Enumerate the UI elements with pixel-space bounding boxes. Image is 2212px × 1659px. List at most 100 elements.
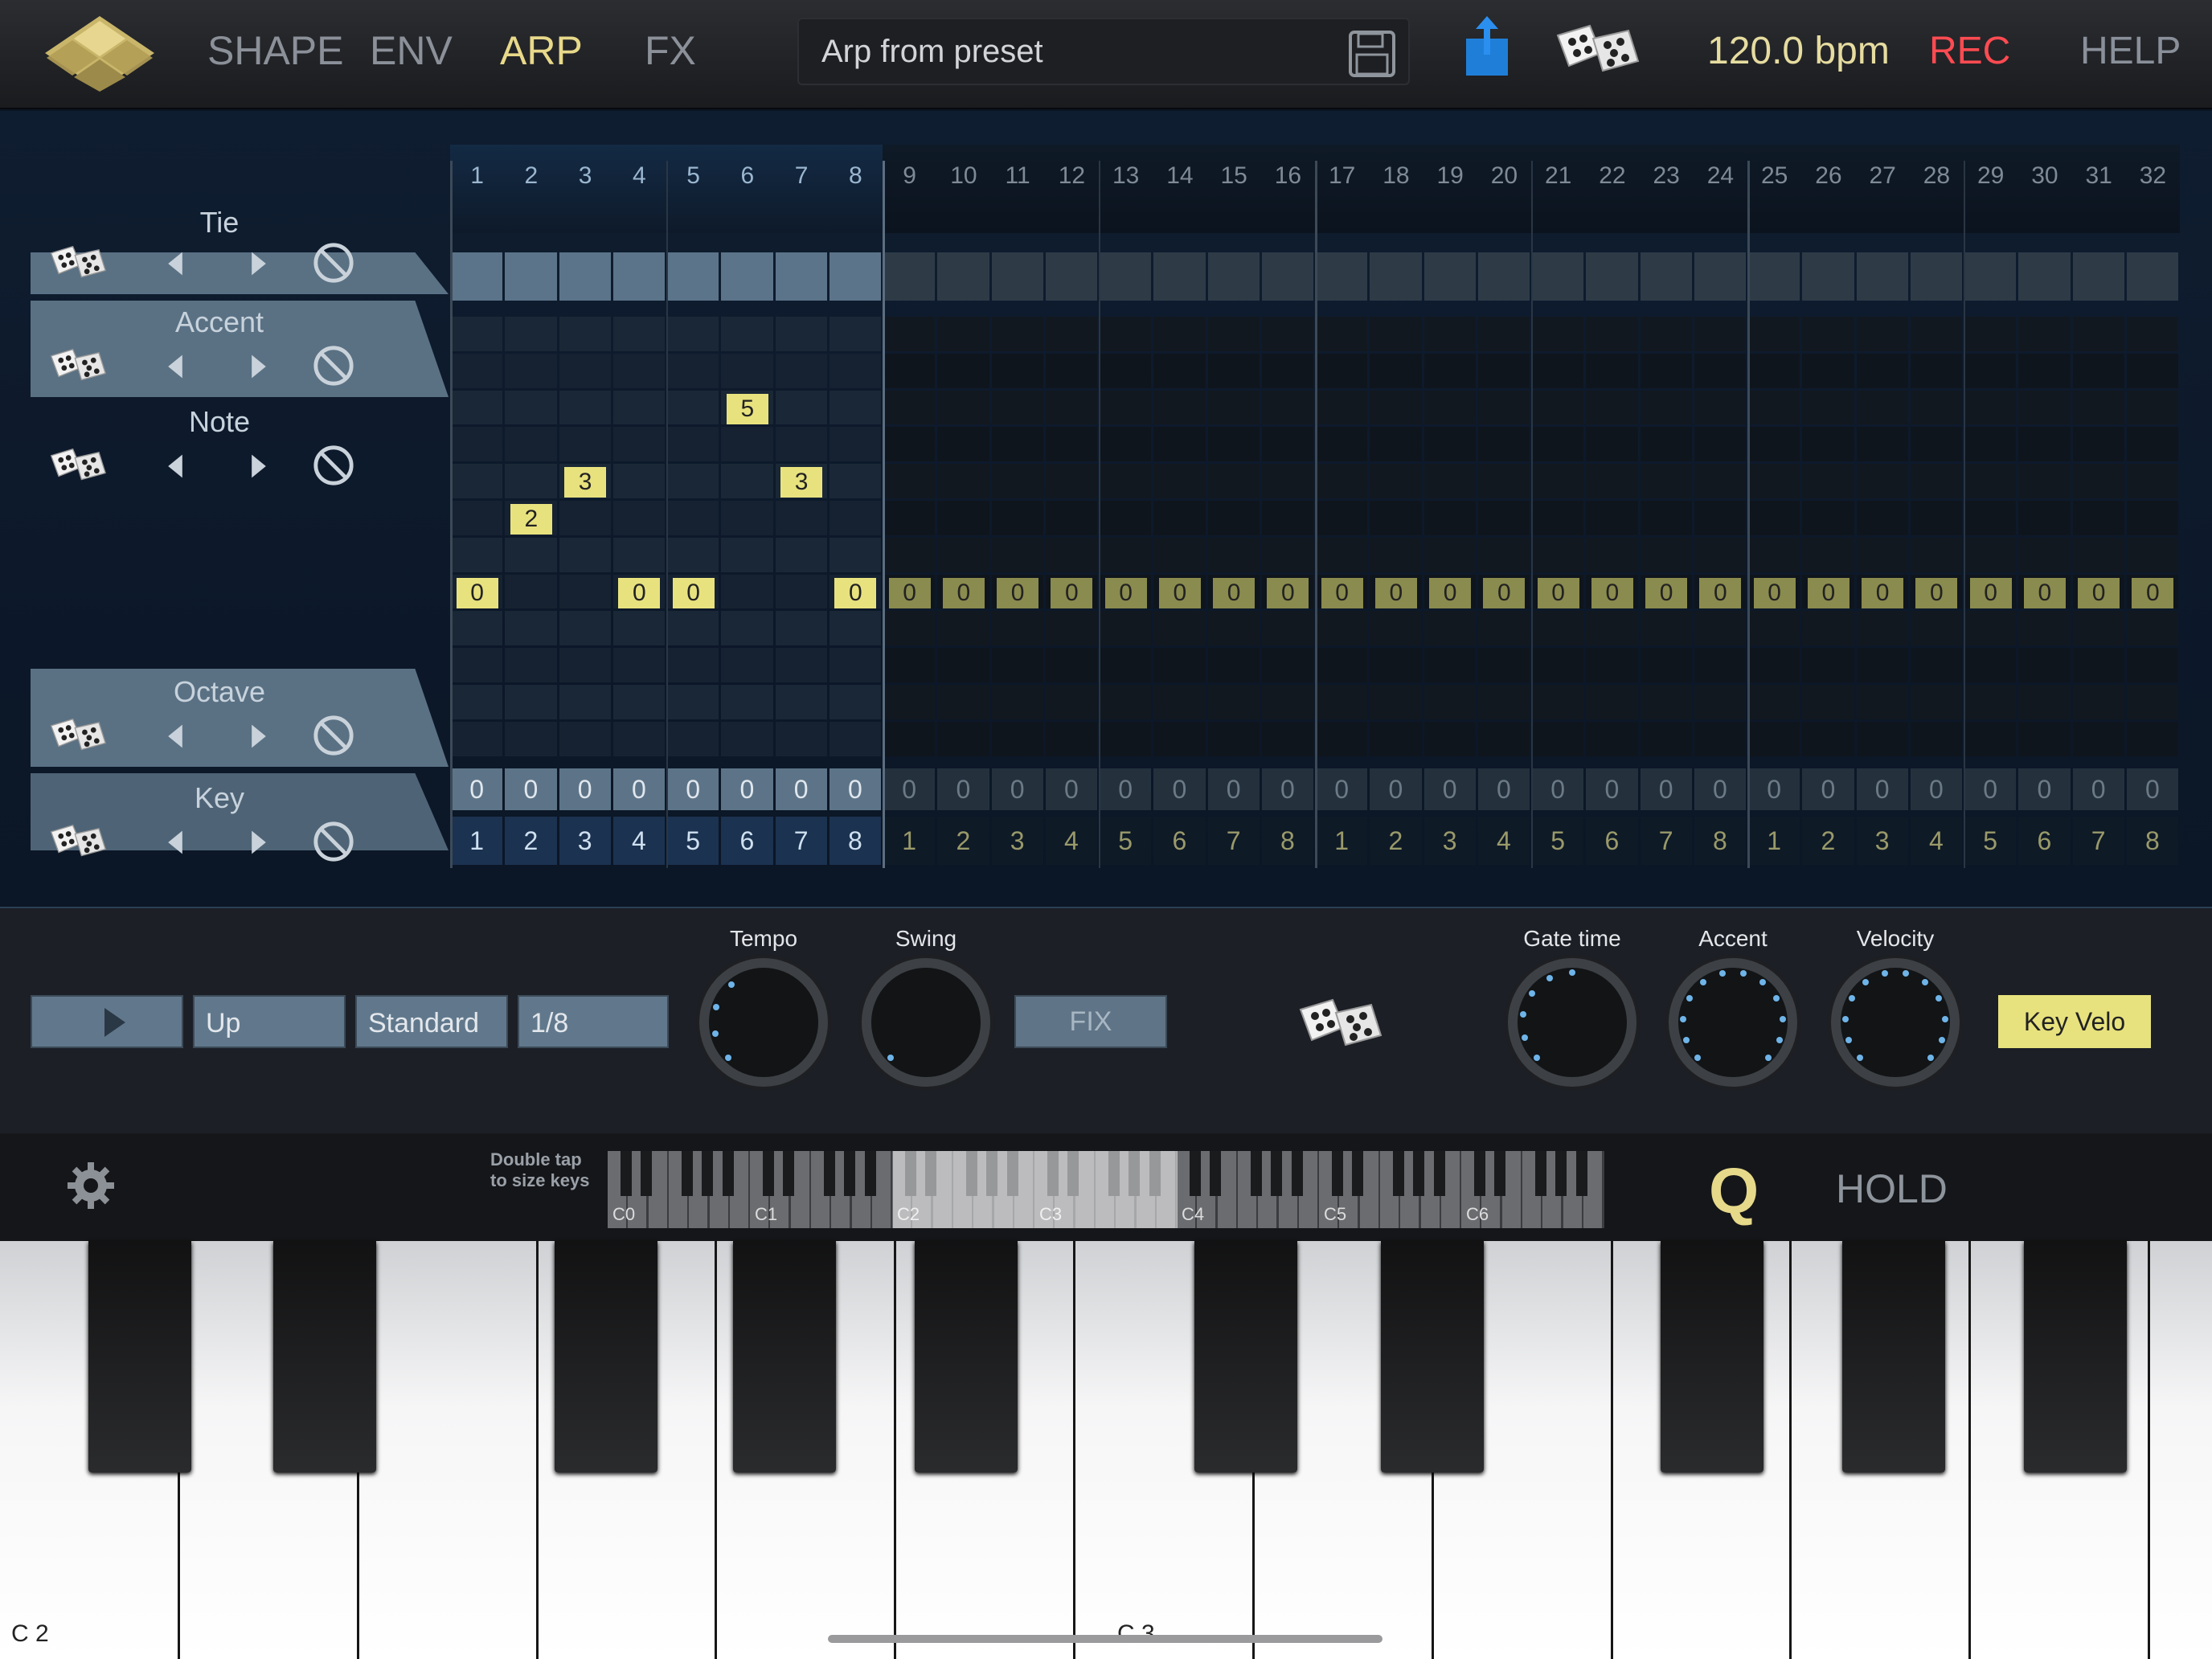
octave-cell[interactable]: 0 (1748, 768, 1800, 810)
note-cell[interactable] (1856, 390, 1908, 425)
note-cell[interactable] (2018, 501, 2071, 535)
note-value-badge[interactable]: 0 (672, 577, 715, 608)
note-cell[interactable] (1640, 390, 1692, 425)
note-cell[interactable] (1153, 721, 1206, 756)
direction-select[interactable]: Up (193, 995, 346, 1048)
note-cell[interactable] (1045, 501, 1097, 535)
note-cell[interactable] (1964, 427, 2017, 462)
note-cell[interactable] (2126, 353, 2178, 388)
note-cell[interactable] (1207, 353, 1260, 388)
octave-cell[interactable]: 0 (1586, 768, 1638, 810)
note-cell[interactable] (1748, 353, 1800, 388)
note-cell[interactable] (1532, 390, 1584, 425)
key-cell[interactable]: 2 (937, 817, 989, 865)
octave-cell[interactable]: 0 (2018, 768, 2071, 810)
black-key[interactable] (1194, 1241, 1297, 1473)
octave-cell[interactable]: 0 (1694, 768, 1746, 810)
note-cell[interactable] (721, 574, 773, 609)
note-cell[interactable] (2018, 721, 2071, 756)
key-cell[interactable]: 4 (1477, 817, 1530, 865)
note-value-badge[interactable]: 0 (1267, 577, 1309, 608)
tie-cell[interactable] (883, 252, 936, 301)
note-cell[interactable] (1423, 464, 1476, 498)
tie-cell[interactable] (2072, 252, 2124, 301)
note-cell[interactable] (1370, 611, 1422, 646)
note-cell[interactable] (559, 390, 611, 425)
note-cell[interactable] (1423, 611, 1476, 646)
octave-shift-left-icon[interactable] (166, 720, 185, 752)
note-cell[interactable] (1532, 427, 1584, 462)
black-key[interactable] (555, 1241, 657, 1473)
octave-cell[interactable]: 0 (1532, 768, 1584, 810)
note-cell[interactable] (1207, 464, 1260, 498)
black-key[interactable] (273, 1241, 376, 1473)
note-cell[interactable] (1586, 537, 1638, 572)
step-header[interactable]: 1 (450, 145, 505, 233)
note-cell[interactable] (1045, 611, 1097, 646)
key-cell[interactable]: 7 (1207, 817, 1260, 865)
note-cell[interactable] (1045, 537, 1097, 572)
note-cell[interactable] (2072, 648, 2124, 682)
fix-button[interactable]: FIX (1014, 995, 1167, 1048)
note-shift-left-icon[interactable] (166, 450, 185, 482)
step-header[interactable]: 28 (1909, 145, 1964, 233)
note-cell[interactable] (1856, 648, 1908, 682)
note-value-badge[interactable]: 0 (942, 577, 985, 608)
velocity-knob[interactable] (1831, 958, 1960, 1087)
note-cell[interactable] (612, 317, 665, 351)
note-cell[interactable] (775, 427, 827, 462)
step-header[interactable]: 23 (1639, 145, 1694, 233)
note-cell[interactable] (1856, 611, 1908, 646)
note-value-badge[interactable]: 0 (1753, 577, 1796, 608)
note-cell[interactable] (2126, 611, 2178, 646)
note-cell[interactable] (1910, 501, 1962, 535)
note-cell[interactable] (1964, 611, 2017, 646)
note-cell[interactable] (1748, 537, 1800, 572)
note-cell[interactable] (991, 648, 1043, 682)
note-cell[interactable] (1694, 353, 1746, 388)
note-cell[interactable] (1640, 611, 1692, 646)
note-cell[interactable] (1748, 427, 1800, 462)
gate-time-knob[interactable] (1508, 958, 1636, 1087)
note-cell[interactable] (1694, 427, 1746, 462)
step-header[interactable]: 17 (1315, 145, 1370, 233)
note-cell[interactable] (2018, 648, 2071, 682)
note-cell[interactable] (1586, 427, 1638, 462)
tie-cell[interactable] (991, 252, 1043, 301)
tie-cell[interactable] (2018, 252, 2071, 301)
note-cell[interactable] (721, 353, 773, 388)
note-cell[interactable] (721, 464, 773, 498)
note-cell[interactable] (451, 648, 503, 682)
note-cell[interactable] (1261, 648, 1313, 682)
note-cell[interactable] (1640, 317, 1692, 351)
tie-cell[interactable] (1207, 252, 1260, 301)
note-cell[interactable] (829, 390, 881, 425)
note-cell[interactable] (1316, 353, 1368, 388)
note-cell[interactable] (451, 685, 503, 719)
note-cell[interactable] (1370, 537, 1422, 572)
note-cell[interactable] (991, 611, 1043, 646)
note-cell[interactable] (1586, 648, 1638, 682)
tie-cell[interactable] (1370, 252, 1422, 301)
note-cell[interactable] (667, 353, 719, 388)
note-value-badge[interactable]: 0 (2078, 577, 2120, 608)
note-cell[interactable] (1045, 721, 1097, 756)
note-cell[interactable] (1694, 611, 1746, 646)
note-cell[interactable] (1045, 648, 1097, 682)
note-value-badge[interactable]: 0 (834, 577, 877, 608)
note-cell[interactable] (1045, 390, 1097, 425)
note-cell[interactable] (667, 685, 719, 719)
note-cell[interactable] (1153, 317, 1206, 351)
note-value-badge[interactable]: 0 (1483, 577, 1526, 608)
note-cell[interactable] (2018, 390, 2071, 425)
note-cell[interactable] (1370, 648, 1422, 682)
note-value-badge[interactable]: 0 (1374, 577, 1417, 608)
note-cell[interactable] (2072, 353, 2124, 388)
key-cell[interactable]: 2 (1802, 817, 1854, 865)
note-cell[interactable] (1802, 501, 1854, 535)
swing-knob[interactable] (862, 958, 990, 1087)
note-cell[interactable] (1261, 317, 1313, 351)
note-value-badge[interactable]: 0 (1051, 577, 1093, 608)
note-cell[interactable] (1964, 721, 2017, 756)
note-cell[interactable] (883, 648, 936, 682)
